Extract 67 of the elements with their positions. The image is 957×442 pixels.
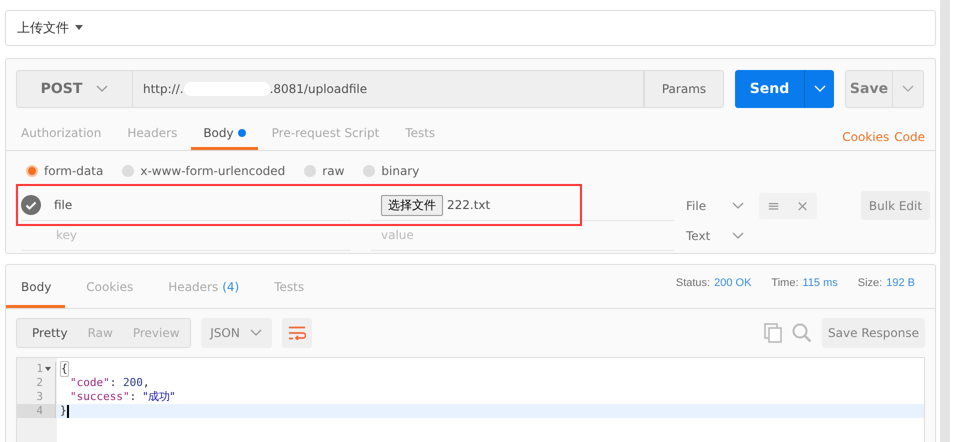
chevron-down-icon: [902, 84, 914, 93]
value-field[interactable]: value: [381, 228, 414, 242]
code-line: "success": "成功": [69, 390, 175, 404]
code-line: "code": 200,: [69, 376, 150, 390]
stat-label: Status:: [676, 277, 710, 289]
radio-label[interactable]: x-www-form-urlencoded: [140, 164, 286, 178]
key-field[interactable]: key: [56, 228, 78, 242]
chevron-down-icon: [732, 202, 744, 210]
line-number: 1: [36, 362, 43, 376]
collection-title[interactable]: 上传文件: [17, 18, 69, 37]
radio-label[interactable]: binary: [381, 164, 420, 178]
params-button[interactable]: Params: [644, 70, 724, 108]
response-tab[interactable]: Headers (4): [153, 266, 254, 308]
view-option[interactable]: Raw: [78, 319, 123, 347]
line-number: 4: [36, 404, 43, 418]
reorder-button[interactable]: ≡: [767, 196, 780, 215]
radio-button[interactable]: [304, 164, 316, 177]
save-response-button[interactable]: Save Response: [822, 318, 925, 348]
chevron-down-icon: [96, 84, 108, 93]
search-icon: [792, 323, 812, 343]
stat-label: Size:: [858, 277, 882, 289]
method-dropdown[interactable]: POST: [16, 70, 133, 108]
caret-icon: [75, 25, 83, 30]
delete-button[interactable]: ×: [796, 196, 809, 215]
request-tab[interactable]: Pre-request Script: [260, 120, 392, 150]
scrollbar[interactable]: [940, 0, 950, 442]
line-number: 2: [36, 376, 43, 390]
wrap-button[interactable]: [282, 318, 312, 348]
stat-label: Time:: [771, 277, 799, 289]
stat-value: 192 B: [886, 277, 915, 289]
request-tab[interactable]: Body: [191, 120, 258, 150]
key-field[interactable]: file: [54, 198, 72, 212]
choose-file-button[interactable]: 选择文件: [381, 194, 443, 216]
file-name: 222.txt: [447, 198, 490, 212]
radio-label[interactable]: form-data: [44, 164, 104, 178]
radio-button[interactable]: [363, 164, 376, 177]
send-dropdown-button[interactable]: [804, 70, 834, 108]
stat-value: 200 OK: [714, 277, 752, 289]
request-tab[interactable]: Tests: [393, 120, 448, 150]
radio-button[interactable]: [26, 164, 38, 177]
radio-button[interactable]: [122, 164, 134, 177]
view-option[interactable]: Preview: [122, 319, 190, 347]
request-tab[interactable]: Authorization: [9, 120, 114, 150]
format-dropdown[interactable]: JSON: [200, 318, 272, 348]
type-dropdown[interactable]: File: [686, 198, 744, 213]
line-number: 3: [36, 390, 43, 404]
stat-value: 115 ms: [802, 277, 838, 289]
request-tab[interactable]: Headers: [115, 120, 190, 150]
send-button[interactable]: Send: [735, 70, 804, 108]
response-tab[interactable]: Cookies: [71, 266, 148, 308]
bulk-edit-button[interactable]: Bulk Edit: [861, 191, 930, 220]
url-field[interactable]: http://. .8081/uploadfile: [133, 70, 644, 108]
code-line: }: [59, 404, 69, 418]
wrap-icon: [288, 326, 306, 340]
radio-label[interactable]: raw: [322, 164, 344, 178]
checkbox[interactable]: [21, 195, 41, 216]
copy-icon: [764, 323, 782, 343]
chevron-down-icon: [732, 232, 744, 240]
chevron-down-icon: [814, 84, 826, 93]
link[interactable]: Cookies: [842, 130, 890, 144]
chevron-down-icon: [250, 329, 262, 337]
fold-icon: [45, 367, 51, 371]
type-dropdown[interactable]: Text: [686, 228, 744, 243]
link[interactable]: Code: [894, 130, 925, 144]
response-tab[interactable]: Body: [6, 266, 66, 308]
response-tab[interactable]: Tests: [259, 266, 318, 308]
view-option[interactable]: Pretty: [17, 319, 78, 347]
